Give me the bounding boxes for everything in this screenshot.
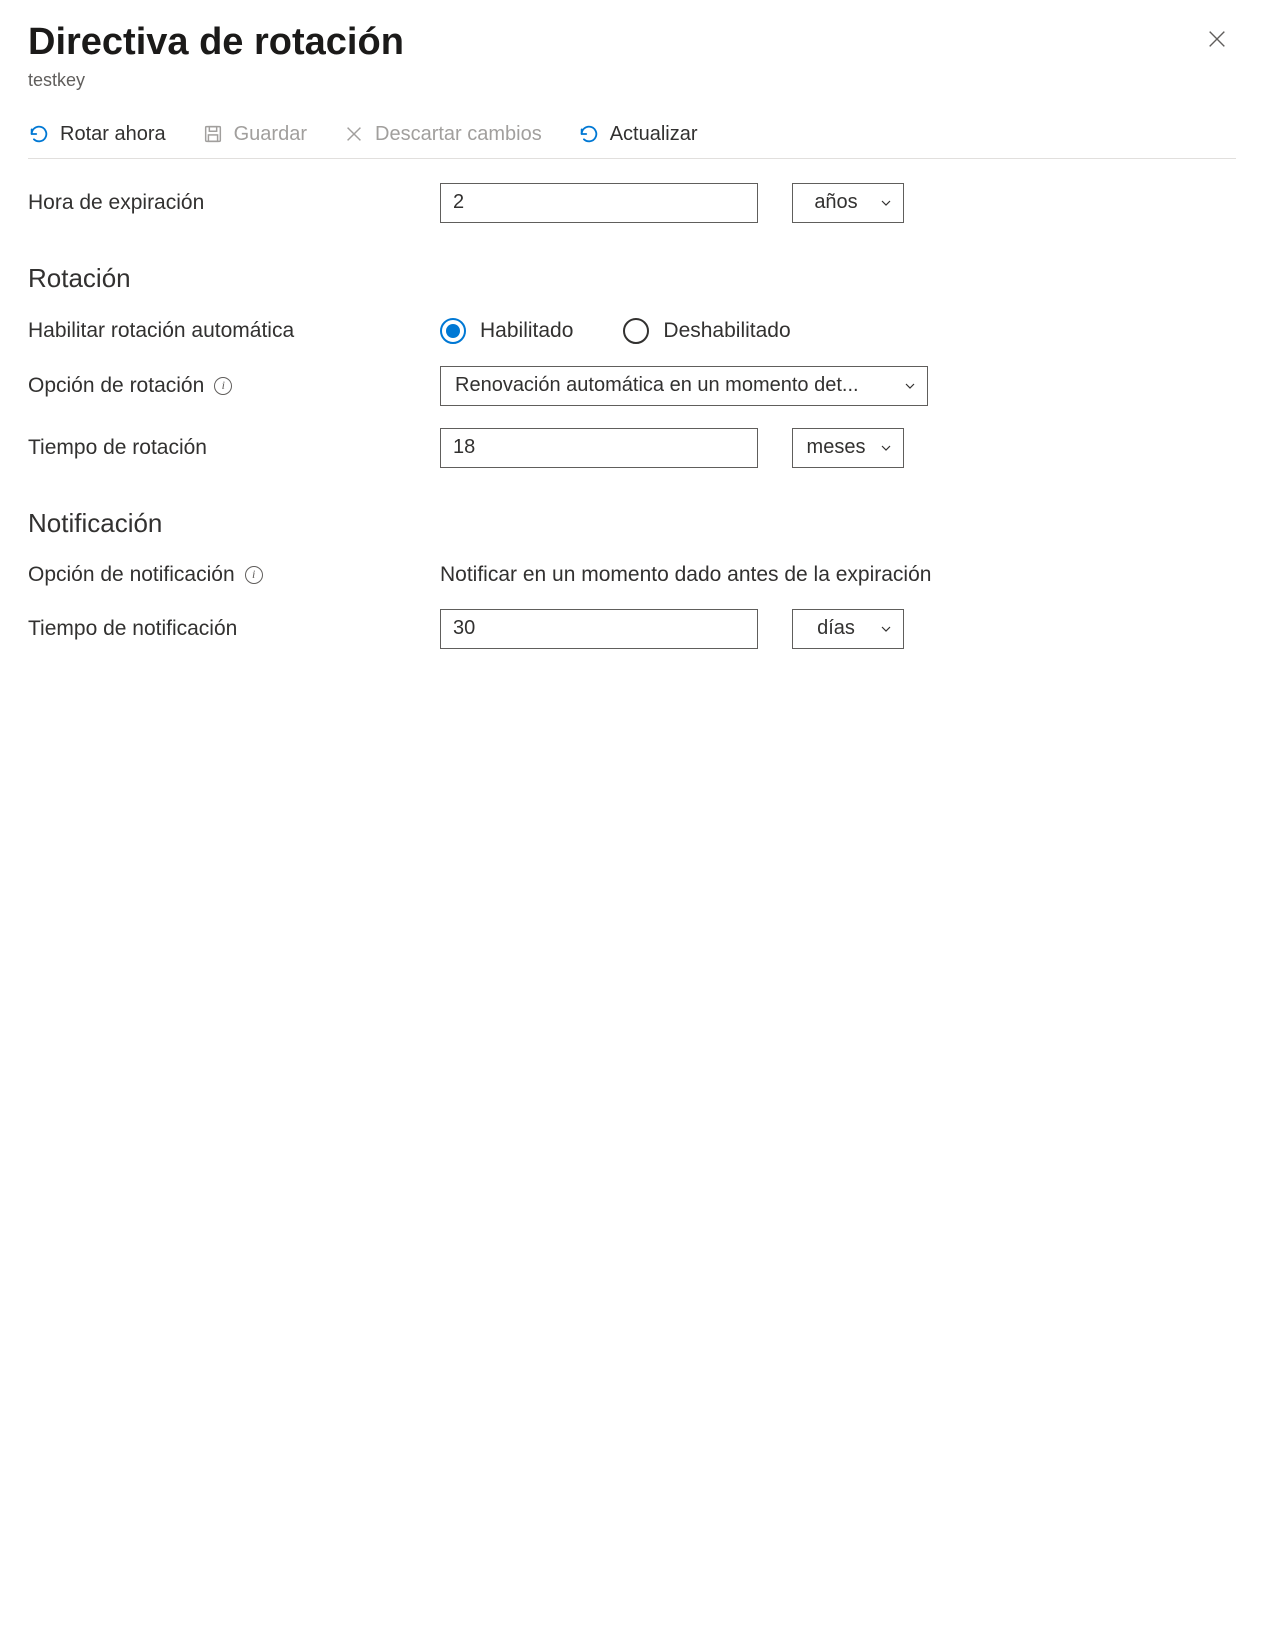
notification-section-heading: Notificación — [28, 508, 1236, 539]
rotation-time-row: Tiempo de rotación meses — [28, 428, 1236, 468]
rotate-now-label: Rotar ahora — [60, 123, 166, 146]
rotation-option-select[interactable]: Renovación automática en un momento det.… — [440, 366, 928, 406]
rotation-time-unit-select[interactable]: meses — [792, 428, 904, 468]
refresh-icon — [578, 123, 600, 145]
rotate-icon — [28, 123, 50, 145]
panel-header: Directiva de rotación testkey — [28, 20, 1236, 91]
auto-rotation-radio-group: Habilitado Deshabilitado — [440, 318, 791, 344]
discard-icon — [343, 123, 365, 145]
info-icon[interactable]: i — [214, 377, 232, 395]
expiry-time-input[interactable] — [440, 183, 758, 223]
save-icon — [202, 123, 224, 145]
radio-disabled-indicator — [623, 318, 649, 344]
rotation-option-label: Opción de rotación — [28, 374, 204, 398]
rotation-time-label: Tiempo de rotación — [28, 436, 440, 460]
rotate-now-button[interactable]: Rotar ahora — [28, 123, 166, 146]
enable-auto-rotation-label: Habilitar rotación automática — [28, 319, 440, 343]
radio-enabled[interactable]: Habilitado — [440, 318, 573, 344]
refresh-label: Actualizar — [610, 123, 698, 146]
info-icon[interactable]: i — [245, 566, 263, 584]
discard-button: Descartar cambios — [343, 123, 542, 146]
notification-time-label: Tiempo de notificación — [28, 617, 440, 641]
rotation-section-heading: Rotación — [28, 263, 1236, 294]
save-label: Guardar — [234, 123, 307, 146]
save-button: Guardar — [202, 123, 307, 146]
radio-enabled-label: Habilitado — [480, 319, 573, 343]
notification-time-unit-select[interactable]: días — [792, 609, 904, 649]
rotation-time-input[interactable] — [440, 428, 758, 468]
notification-time-row: Tiempo de notificación días — [28, 609, 1236, 649]
expiry-time-row: Hora de expiración años — [28, 183, 1236, 223]
expiry-time-unit-select[interactable]: años — [792, 183, 904, 223]
expiry-time-label: Hora de expiración — [28, 191, 440, 215]
key-name-subtitle: testkey — [28, 70, 1198, 91]
rotation-option-row: Opción de rotación i Renovación automáti… — [28, 366, 1236, 406]
radio-disabled-label: Deshabilitado — [663, 319, 790, 343]
notification-option-value: Notificar en un momento dado antes de la… — [440, 563, 931, 587]
toolbar: Rotar ahora Guardar Descartar cambios Ac… — [28, 123, 1236, 159]
radio-enabled-indicator — [440, 318, 466, 344]
page-title: Directiva de rotación — [28, 20, 1198, 66]
rotation-policy-form: Hora de expiración años Rotación Habilit… — [28, 183, 1236, 649]
discard-label: Descartar cambios — [375, 123, 542, 146]
notification-time-input[interactable] — [440, 609, 758, 649]
radio-disabled[interactable]: Deshabilitado — [623, 318, 790, 344]
enable-auto-rotation-row: Habilitar rotación automática Habilitado… — [28, 318, 1236, 344]
close-button[interactable] — [1198, 20, 1236, 61]
notification-option-row: Opción de notificación i Notificar en un… — [28, 563, 1236, 587]
close-icon — [1206, 28, 1228, 50]
notification-option-label: Opción de notificación — [28, 563, 235, 587]
refresh-button[interactable]: Actualizar — [578, 123, 698, 146]
